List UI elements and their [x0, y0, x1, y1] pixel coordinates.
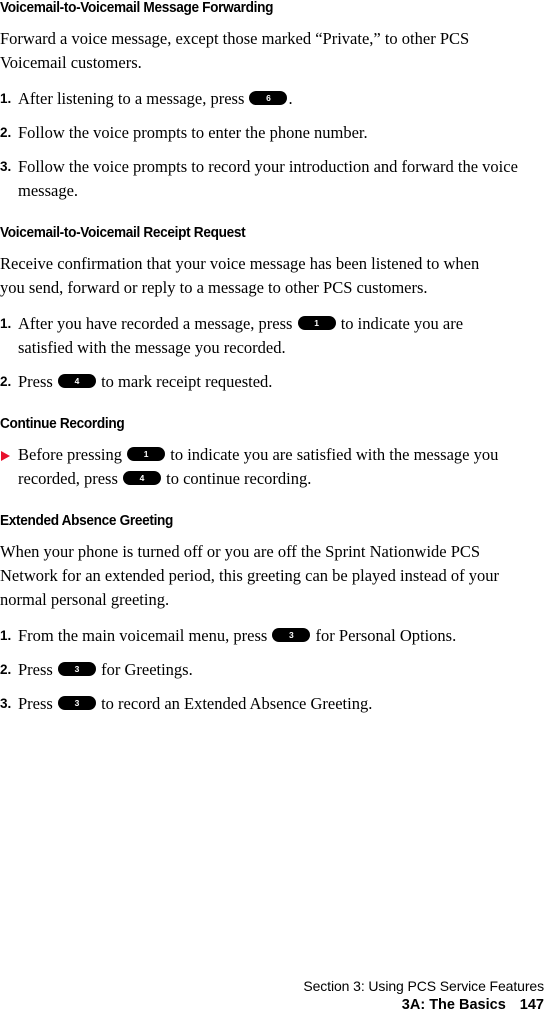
section-heading: Continue Recording [0, 416, 125, 432]
step-text-after: for Personal Options. [315, 626, 457, 645]
phone-key-icon: 3 [57, 696, 96, 710]
step-text-before: From the main voicemail menu, press [18, 626, 268, 645]
section-intro-paragraph: Receive confirmation that your voice mes… [0, 254, 480, 297]
manual-page: Voicemail-to-Voicemail Message Forwardin… [0, 0, 544, 1029]
section-voicemail-receipt-request: Voicemail-to-Voicemail Receipt Request [0, 225, 502, 242]
step-number: 2. [0, 125, 12, 140]
step-text-before: Follow the voice prompts to enter the ph… [18, 123, 368, 142]
step-text-after: . [288, 89, 293, 108]
phone-key-icon: 6 [249, 91, 288, 105]
step-text-before: Before pressing [18, 445, 123, 464]
footer-section-label: Section 3: Using PCS Service Features [303, 978, 544, 994]
step-text-before: After listening to a message, press [18, 89, 245, 108]
phone-key-icon: 4 [57, 374, 96, 388]
section-heading: Voicemail-to-Voicemail Receipt Request [0, 225, 246, 241]
page-footer: Section 3: Using PCS Service Features 3A… [0, 977, 544, 1015]
phone-key-icon: 4 [123, 471, 161, 485]
numbered-step: 2. Follow the voice prompts to enter the… [0, 121, 518, 145]
phone-key-icon: 3 [272, 628, 311, 642]
step-text-after: to mark receipt requested. [101, 372, 273, 391]
section-extended-absence-greeting: Extended Absence Greeting [0, 513, 502, 530]
numbered-step: 2. Press 4 to mark receipt requested. [0, 370, 518, 394]
phone-key-icon: 1 [297, 316, 336, 330]
numbered-step: 1. From the main voicemail menu, press 3… [0, 624, 518, 648]
step-number: 3. [0, 696, 12, 711]
step-text-before: After you have recorded a message, press [18, 314, 293, 333]
step-number: 1. [0, 628, 12, 643]
numbered-step: 1. After you have recorded a message, pr… [0, 312, 518, 360]
section-intro-paragraph: When your phone is turned off or you are… [0, 542, 499, 609]
section-voicemail-forwarding: Voicemail-to-Voicemail Message Forwardin… [0, 0, 502, 17]
step-text-after: to continue recording. [166, 469, 312, 488]
step-number: 2. [0, 374, 12, 389]
step-number: 2. [0, 662, 12, 677]
step-text-before: Press [18, 660, 53, 679]
step-text-before: Press [18, 372, 53, 391]
page-content: Voicemail-to-Voicemail Message Forwardin… [0, 0, 518, 726]
step-number: 1. [0, 91, 12, 106]
phone-key-icon: 3 [57, 662, 96, 676]
numbered-step: 3. Follow the voice prompts to record yo… [0, 155, 518, 203]
numbered-step: 2. Press 3 for Greetings. [0, 658, 518, 682]
numbered-step: 1. After listening to a message, press 6… [0, 87, 518, 111]
section-heading: Extended Absence Greeting [0, 513, 174, 529]
section-heading: Voicemail-to-Voicemail Message Forwardin… [0, 0, 274, 16]
step-text-after: for Greetings. [101, 660, 193, 679]
step-number: 3. [0, 159, 12, 174]
phone-key-icon: 1 [127, 447, 166, 461]
section-intro-paragraph: Forward a voice message, except those ma… [0, 29, 470, 72]
arrow-bullet-icon [1, 451, 10, 461]
step-number: 1. [0, 316, 12, 331]
footer-chapter-label: 3A: The Basics [401, 997, 506, 1013]
section-continue-recording: Continue Recording [0, 416, 502, 433]
step-text-after: to record an Extended Absence Greeting. [101, 694, 373, 713]
numbered-step: 3. Press 3 to record an Extended Absence… [0, 692, 518, 716]
step-text-before: Follow the voice prompts to record your … [18, 157, 518, 200]
step-text-before: Press [18, 694, 53, 713]
footer-chapter-row: 3A: The Basics 147 [0, 996, 544, 1015]
page-number: 147 [519, 997, 544, 1013]
bulleted-step: Before pressing 1 to indicate you are sa… [0, 443, 518, 491]
